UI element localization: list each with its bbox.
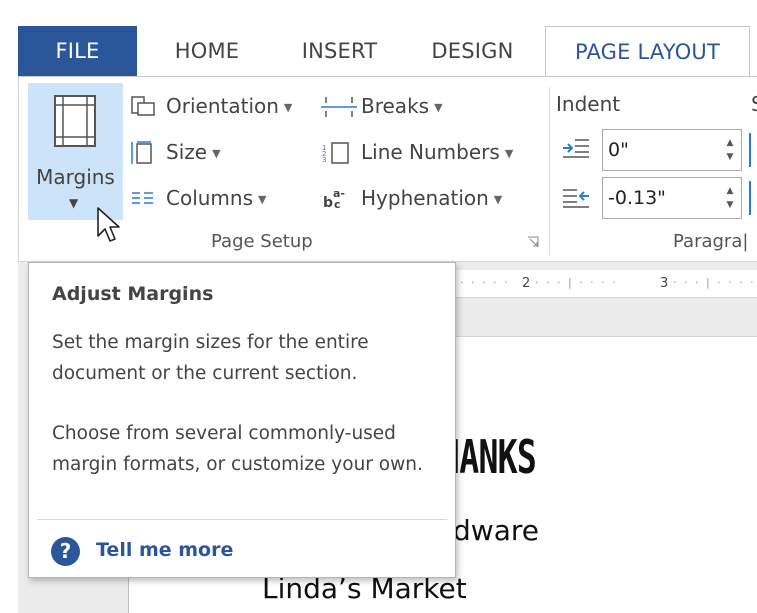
- paragraph-group-label: Paragra|: [673, 231, 749, 252]
- spacing-title: S: [751, 92, 757, 116]
- line-numbers-button[interactable]: 1 2 3 Line Numbers ▼: [321, 137, 531, 167]
- orientation-button[interactable]: Orientation ▼: [130, 91, 310, 121]
- ruler-ticks: · · · · ·: [460, 276, 510, 289]
- columns-label: Columns: [166, 186, 254, 210]
- ruler-mark-2: 2: [522, 276, 531, 291]
- tab-design[interactable]: DESIGN: [415, 26, 530, 76]
- indent-title: Indent: [556, 92, 621, 116]
- indent-right-input[interactable]: -0.13" ▲ ▼: [602, 177, 742, 219]
- breaks-label: Breaks: [361, 94, 430, 118]
- tab-insert[interactable]: INSERT: [283, 26, 396, 76]
- ribbon: Margins ▼ Orientation ▼ Size ▼ Columns ▼: [18, 76, 757, 262]
- hyphenation-icon: b a- c: [323, 187, 345, 211]
- chevron-down-icon: ▼: [434, 100, 443, 114]
- tooltip-description: Set the margin sizes for the entire docu…: [52, 332, 369, 384]
- tab-page-layout[interactable]: PAGE LAYOUT: [545, 26, 750, 76]
- help-icon: ?: [51, 537, 80, 566]
- hyphenation-button[interactable]: b a- c Hyphenation ▼: [321, 183, 531, 213]
- svg-text:b: b: [323, 195, 333, 211]
- svg-text:3: 3: [322, 156, 326, 164]
- tooltip-description: Choose from several commonly-used margin…: [52, 423, 423, 475]
- line-numbers-icon: 1 2 3: [322, 142, 349, 164]
- margins-label: Margins: [36, 165, 115, 189]
- tab-home[interactable]: HOME: [152, 26, 262, 76]
- chevron-down-icon: ▼: [283, 100, 293, 114]
- mouse-pointer-icon: [97, 207, 120, 242]
- margins-button[interactable]: Margins ▼: [28, 83, 123, 220]
- size-button[interactable]: Size ▼: [130, 137, 250, 167]
- chevron-down-icon: ▼: [212, 146, 221, 160]
- tell-me-more-label: Tell me more: [96, 539, 234, 561]
- page-setup-group-label: Page Setup: [211, 231, 313, 252]
- orientation-icon: [131, 96, 155, 116]
- spin-arrows-icon[interactable]: ▲ ▼: [725, 184, 735, 212]
- spacing-icon: [749, 133, 757, 167]
- chevron-down-icon: ▼: [504, 146, 514, 160]
- margins-tooltip: Adjust Margins Set the margin sizes for …: [28, 262, 456, 578]
- breaks-button[interactable]: Breaks ▼: [321, 91, 451, 121]
- dialog-launcher-icon[interactable]: [527, 236, 539, 248]
- document-line: rdware: [442, 514, 539, 547]
- svg-text:c: c: [334, 198, 341, 211]
- tab-file[interactable]: FILE: [18, 26, 137, 76]
- tooltip-divider: [37, 519, 447, 520]
- ruler-ticks: · · · | · · · ·: [535, 276, 618, 289]
- size-label: Size: [166, 140, 208, 164]
- indent-left-icon: [563, 139, 589, 158]
- ribbon-tabs: FILE HOME INSERT DESIGN PAGE LAYOUT: [0, 0, 757, 76]
- spin-arrows-icon[interactable]: ▲ ▼: [725, 136, 735, 164]
- spacing-icon: [749, 181, 757, 215]
- orientation-label: Orientation: [166, 94, 279, 118]
- indent-right-value: -0.13": [608, 187, 666, 209]
- hyphenation-label: Hyphenation: [361, 186, 489, 210]
- margins-icon: [54, 95, 96, 147]
- line-numbers-label: Line Numbers: [361, 140, 500, 164]
- chevron-down-icon: ▼: [69, 196, 79, 210]
- indent-right-icon: [563, 189, 589, 208]
- indent-left-value: 0": [608, 139, 629, 161]
- indent-left-input[interactable]: 0" ▲ ▼: [602, 129, 742, 171]
- columns-button[interactable]: Columns ▼: [130, 183, 290, 213]
- ruler-ticks: · · · | · · · ·: [673, 276, 756, 289]
- group-separator: [549, 87, 550, 255]
- size-icon: [131, 141, 152, 164]
- tooltip-title: Adjust Margins: [52, 283, 214, 305]
- columns-icon: [132, 192, 153, 204]
- chevron-down-icon: ▼: [493, 192, 503, 206]
- ruler-mark-3: 3: [660, 276, 669, 291]
- chevron-down-icon: ▼: [258, 192, 267, 206]
- breaks-icon: [321, 97, 357, 117]
